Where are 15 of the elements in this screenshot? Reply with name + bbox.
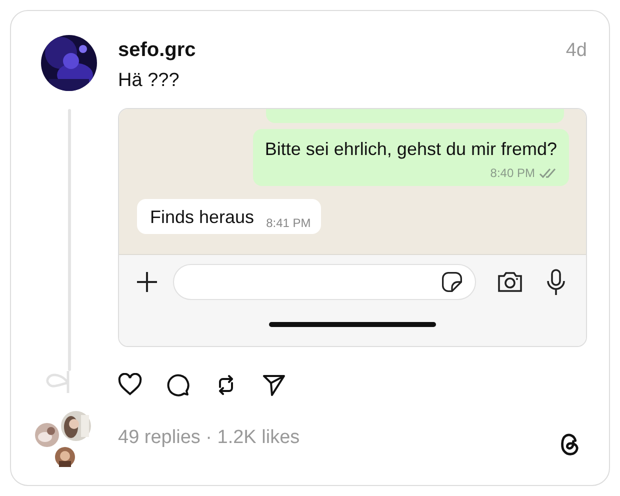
message-time: 8:40 PM [490,166,535,180]
message-time: 8:41 PM [266,216,311,230]
message-input-field[interactable] [173,264,476,300]
username[interactable]: sefo.grc [118,39,196,62]
post-text: Hä ??? [118,70,180,92]
heart-icon[interactable] [118,373,142,397]
sticker-icon[interactable] [441,271,463,293]
send-icon[interactable] [262,373,286,397]
message-text: Finds heraus [150,207,254,228]
plus-icon[interactable] [135,270,159,294]
comment-icon[interactable] [166,373,190,397]
message-text: Bitte sei ehrlich, gehst du mir fremd? [264,139,557,160]
camera-icon[interactable] [496,270,524,294]
microphone-icon[interactable] [546,268,566,296]
post-time: 4d [566,40,587,62]
